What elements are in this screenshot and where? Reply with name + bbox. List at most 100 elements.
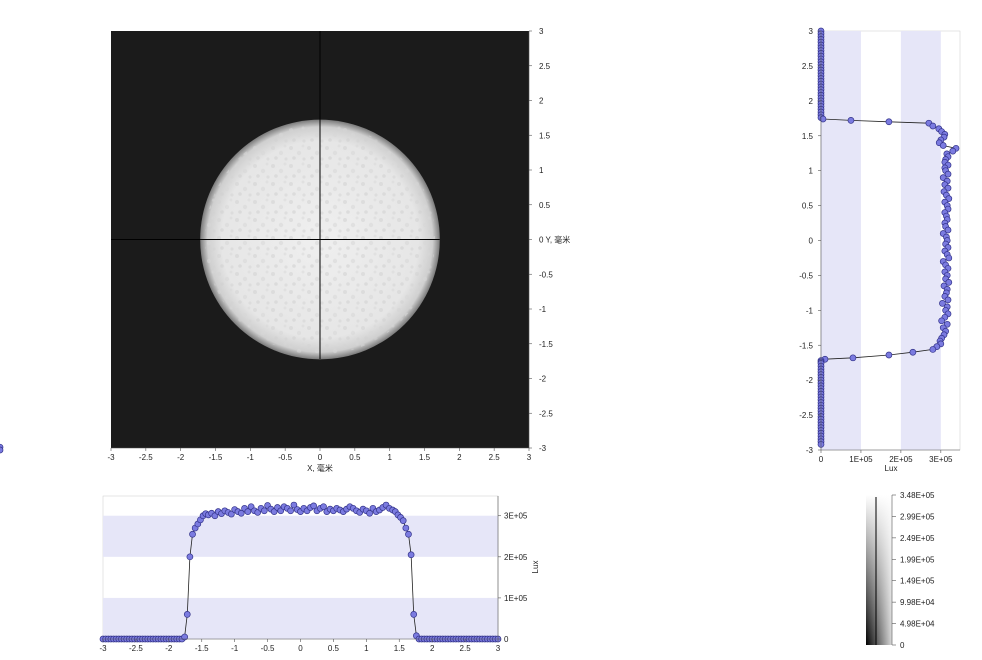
vertical-profile-point (847, 117, 855, 124)
heatmap-x-tick-label: 0.5 (349, 453, 361, 462)
heatmap-y-tick-label: -1.5 (539, 340, 553, 349)
colorbar-tick-label: 2.99E+05 (900, 512, 935, 521)
heatmap-x-axis-label: X, 毫米 (307, 463, 333, 473)
heatmap-x-tick-label: -3 (107, 453, 115, 462)
horizontal-profile-y-label: Lux (531, 561, 540, 574)
vertical-profile-point (909, 348, 917, 356)
heatmap-x-tick-label: -1.5 (209, 453, 223, 462)
colorbar-sheen (866, 495, 892, 645)
heatmap-y-tick-label: -2 (539, 375, 547, 384)
heatmap-x-tick-label: 2 (457, 453, 462, 462)
heatmap-x-tick-label: 2.5 (489, 453, 501, 462)
colorbar-panel: 3.48E+05 2.99E+05 2.49E+05 1.99E+05 1.49E+05… (866, 491, 935, 650)
vertical-profile-point (939, 142, 947, 149)
vertical-profile-y-tick-label: -3 (806, 446, 814, 455)
heatmap-y-tick-label: 0 Y, 毫米 (539, 235, 570, 245)
horizontal-profile-band (103, 515, 498, 557)
vertical-profile-band (821, 31, 861, 450)
heatmap-x-tick-label: 1.5 (419, 453, 431, 462)
horizontal-profile-y-tick-label: 3E+05 (504, 512, 528, 521)
horizontal-profile-x-tick-label: -1.5 (195, 644, 209, 653)
vertical-profile-y-tick-label: 1.5 (802, 132, 814, 141)
vertical-profile-x-label: Lux (885, 464, 898, 473)
horizontal-profile-y-tick-label: 1E+05 (504, 594, 528, 603)
vertical-profile-y-tick-label: 2 (809, 97, 814, 106)
horizontal-profile-point (407, 551, 415, 559)
horizontal-profile-x-tick-label: -3 (99, 644, 107, 653)
horizontal-profile-point (183, 610, 191, 618)
vertical-profile-y-tick-label: 0 (809, 237, 814, 246)
horizontal-profile-x-tick-label: -2.5 (129, 644, 143, 653)
heatmap-y-tick-label: -0.5 (539, 270, 553, 279)
vertical-profile-x-tick-label: 2E+05 (889, 455, 913, 464)
vertical-profile-band (900, 31, 941, 450)
horizontal-profile-point (260, 507, 268, 515)
colorbar-tick-label: 9.98E+04 (900, 598, 935, 607)
heatmap-x-tick-label: 0 (318, 453, 323, 462)
vertical-profile-y-tick-label: 0.5 (802, 202, 814, 211)
vertical-profile-y-tick-label: -1.5 (799, 341, 813, 350)
horizontal-profile-x-tick-label: 1.5 (394, 644, 406, 653)
colorbar-scale: 3.48E+05 2.99E+05 2.49E+05 1.99E+05 1.49E+05… (891, 491, 935, 650)
heatmap-y-tick-label: 1.5 (539, 131, 551, 140)
horizontal-profile-point (189, 530, 196, 538)
vertical-profile-x-tick-label: 0 (819, 455, 824, 464)
horizontal-profile-y-tick-label: 0 (504, 635, 509, 644)
heatmap-y-tick-label: 2 (539, 97, 544, 106)
heatmap-y-tick-label: 2.5 (539, 62, 551, 71)
horizontal-profile-x-tick-label: -1 (231, 644, 239, 653)
vertical-profile-point (944, 296, 952, 304)
heatmap-y-tick-label: 0.5 (539, 201, 551, 210)
heatmap-x-tick-label: -2.5 (139, 453, 153, 462)
horizontal-profile-x-tick-label: 1 (364, 644, 369, 653)
heatmap-y-tick-label: 1 (539, 166, 544, 175)
colorbar-tick-label: 3.48E+05 (900, 491, 935, 500)
heatmap-x-tick-label: -0.5 (278, 453, 292, 462)
horizontal-profile-x-tick-label: 0 (298, 644, 303, 653)
horizontal-profile-point (402, 524, 410, 532)
horizontal-profile-point (287, 507, 294, 515)
vertical-profile-point (938, 317, 945, 325)
heatmap-x-tick-label: -1 (247, 453, 255, 462)
horizontal-profile-y-tick-label: 2E+05 (504, 553, 528, 562)
vertical-profile-y-tick-label: 1 (809, 167, 814, 176)
colorbar-tick-label: 1.99E+05 (900, 555, 935, 564)
horizontal-profile-x-tick-label: -0.5 (261, 644, 275, 653)
horizontal-profile-x-tick-label: 0.5 (328, 644, 340, 653)
vertical-profile-point (885, 351, 893, 359)
vertical-profile-y-tick-label: -0.5 (799, 271, 813, 280)
vertical-profile-point (885, 118, 893, 126)
vertical-profile-point (0, 446, 4, 454)
horizontal-profile-point (399, 517, 407, 525)
vertical-profile-point (945, 254, 953, 262)
heatmap-x-tick-label: 3 (527, 453, 532, 462)
colorbar-tick-label: 1.49E+05 (900, 577, 935, 586)
horizontal-profile-x-tick-label: 2.5 (460, 644, 472, 653)
vertical-profile-point (929, 122, 937, 130)
heatmap-panel: -3 -2.5 -2 -1.5 -1 -0.5 0 0.5 1 1.5 2 2.5 3 3 2.5 2 1.5… (107, 27, 570, 473)
vertical-profile-x-tick-label: 1E+05 (849, 455, 873, 464)
horizontal-profile-point (405, 530, 412, 538)
horizontal-profile-x-tick-label: 3 (496, 644, 501, 653)
vertical-profile-point (929, 346, 937, 353)
colorbar-tick-label: 0 (900, 641, 905, 650)
heatmap-x-tick-label: 1 (387, 453, 392, 462)
heatmap-y-tick-label: -3 (539, 444, 547, 453)
figure-canvas: -3 -2.5 -2 -1.5 -1 -0.5 0 0.5 1 1.5 2 2.5 3 3 2.5 2 1.5… (0, 27, 961, 653)
heatmap-y-tick-label: 3 (539, 27, 544, 36)
colorbar-tick-label: 2.49E+05 (900, 534, 935, 543)
vertical-profile-y-tick-label: -2 (806, 376, 814, 385)
vertical-profile-y-tick-label: 3 (809, 27, 814, 36)
vertical-profile-point (949, 147, 957, 155)
horizontal-profile-point (410, 610, 418, 618)
vertical-profile-x-tick-label: 3E+05 (929, 455, 953, 464)
horizontal-profile-x-tick-label: -2 (165, 644, 173, 653)
heatmap-y-tick-label: -2.5 (539, 409, 553, 418)
vertical-profile-point (849, 354, 857, 362)
vertical-profile-y-tick-label: 2.5 (802, 62, 814, 71)
vertical-profile-x-axis: 0 1E+05 2E+05 3E+05 (819, 449, 960, 464)
heatmap-y-axis: 3 2.5 2 1.5 1 0.5 0 Y, 毫米 -0.5 -1 -1.5 -2 -2.5 -3 (528, 27, 570, 453)
horizontal-profile-y-axis: 3E+05 2E+05 1E+05 0 (497, 496, 528, 644)
heatmap-x-tick-label: -2 (177, 453, 185, 462)
horizontal-profile-point (186, 553, 194, 561)
